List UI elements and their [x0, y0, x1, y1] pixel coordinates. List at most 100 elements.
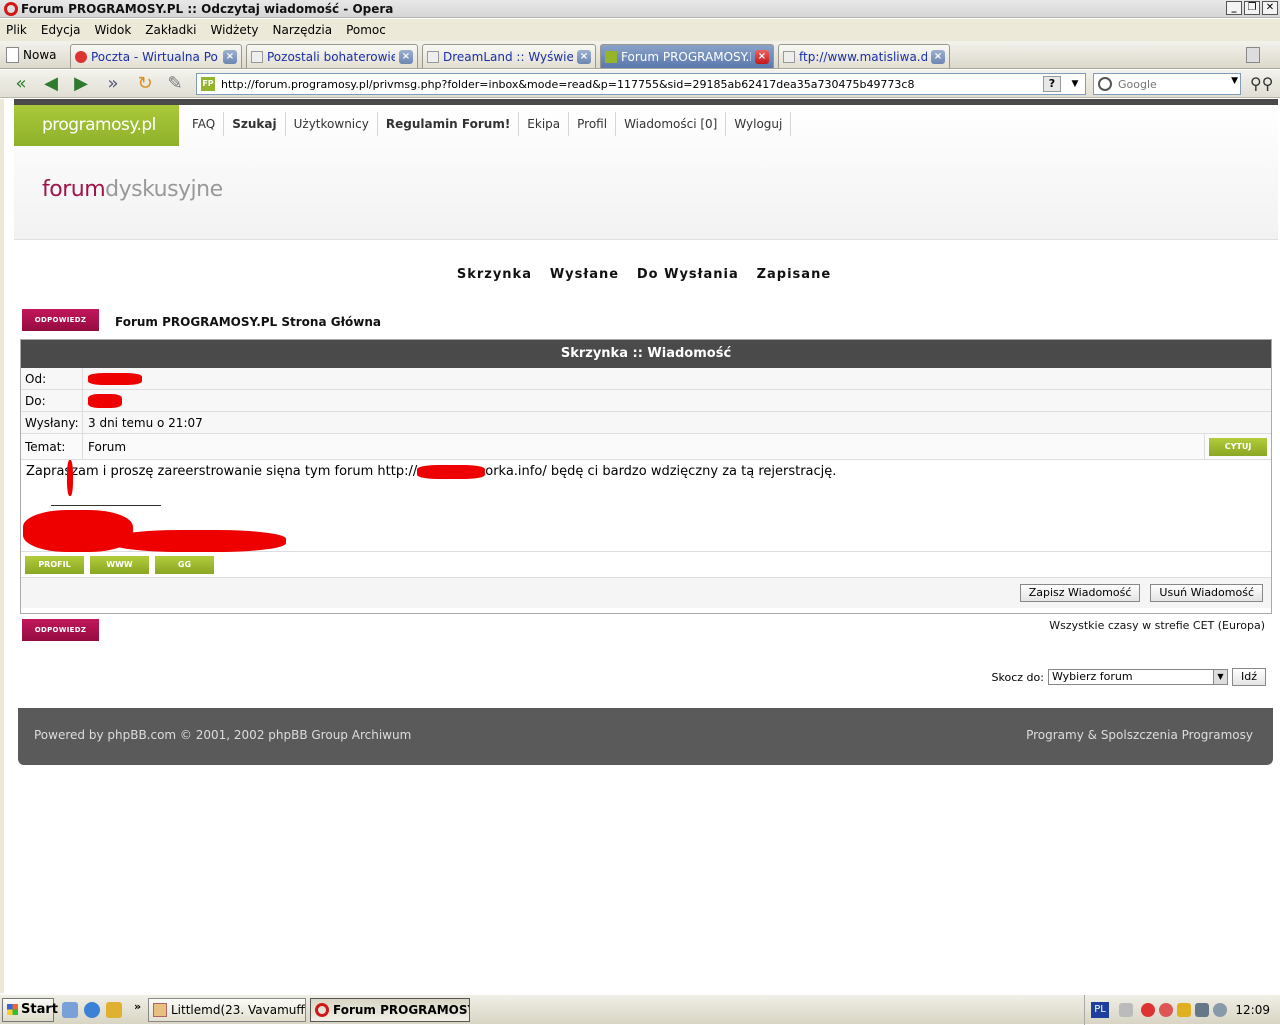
from-value [83, 372, 1271, 386]
site-info-button[interactable]: ? [1043, 76, 1061, 92]
page-icon [427, 50, 439, 63]
menu-edycja[interactable]: Edycja [41, 23, 81, 37]
jump-label: Skocz do: [991, 670, 1044, 684]
nav-wiadomosci[interactable]: Wiadomości [0] [616, 112, 727, 136]
minimize-button[interactable]: _ [1226, 1, 1242, 15]
edit-icon[interactable]: ✎ [164, 74, 186, 94]
site-nav: FAQ Szukaj Użytkownicy Regulamin Forum! … [184, 112, 792, 136]
message-header: Skrzynka :: Wiadomość [21, 340, 1271, 368]
tab-dreamland[interactable]: DreamLand :: Wyświetlo... × [422, 44, 596, 68]
forum-logo-rest: dyskusyjne [105, 177, 223, 202]
forum-home-link[interactable]: Forum PROGRAMOSY.PL Strona Główna [115, 315, 381, 329]
nav-wyloguj[interactable]: Wyloguj [726, 112, 792, 136]
folder-do-wyslania[interactable]: Do Wysłania [637, 267, 739, 282]
rewind-icon[interactable]: « [10, 74, 32, 94]
gg-button[interactable]: GG [155, 555, 214, 574]
sent-value: 3 dni temu o 21:07 [88, 415, 203, 430]
reload-icon[interactable]: ↻ [134, 74, 156, 94]
address-dropdown-icon[interactable]: ▼ [1067, 76, 1083, 92]
from-label: Od: [21, 368, 83, 389]
new-tab-button[interactable]: Nowa [6, 44, 57, 66]
taskbar-button-label: Littlemd(23. Vavamuffin ... [171, 1003, 305, 1017]
tray-app-icon[interactable] [1141, 1003, 1155, 1017]
forum-logo-bold: forum [42, 177, 106, 202]
security-shield-icon[interactable] [1177, 1003, 1191, 1017]
footer-programosy-link[interactable]: Programy & Spolszczenia Programosy [1026, 728, 1253, 742]
close-tab-icon[interactable]: × [931, 49, 945, 64]
menu-widzety[interactable]: Widżety [210, 23, 258, 37]
address-bar[interactable]: FP http://forum.programosy.pl/privmsg.ph… [196, 73, 1086, 95]
close-tab-icon[interactable]: × [577, 49, 591, 64]
www-button[interactable]: WWW [90, 555, 149, 574]
subject-label: Temat: [21, 434, 83, 459]
forward-icon[interactable]: ▶ [70, 74, 92, 94]
opera-icon [4, 1, 18, 16]
fp-favicon-icon [605, 50, 617, 63]
reply-button[interactable]: ODPOWIEDZ [22, 309, 99, 331]
search-input[interactable] [1118, 77, 1218, 91]
close-window-button[interactable]: ✕ [1262, 1, 1278, 15]
quick-launch-more-icon[interactable]: » [134, 1000, 141, 1013]
tab-ftp[interactable]: ftp://www.matisliwa.dyn... × [778, 44, 950, 68]
forum-logo: forumdyskusyjne [42, 177, 223, 202]
taskbar-opera-window[interactable]: Forum PROGRAMOSY.... [310, 998, 470, 1022]
zoom-glasses-icon[interactable]: ⚲⚲ [1250, 74, 1273, 93]
menu-narzedzia[interactable]: Narzędzia [273, 23, 333, 37]
nav-faq[interactable]: FAQ [184, 112, 225, 136]
volume-icon[interactable] [1195, 1003, 1209, 1017]
keyboard-icon[interactable] [1119, 1003, 1133, 1017]
forum-select-value: Wybierz forum [1051, 670, 1133, 683]
address-url[interactable]: http://forum.programosy.pl/privmsg.php?f… [221, 78, 914, 91]
reply-button-bottom[interactable]: ODPOWIEDZ [22, 619, 99, 641]
language-indicator[interactable]: PL [1091, 1002, 1109, 1018]
go-button[interactable]: Idź [1231, 668, 1266, 686]
folder-skrzynka[interactable]: Skrzynka [457, 267, 532, 282]
tab-poczta[interactable]: Poczta - Wirtualna Polska × [70, 44, 242, 68]
nav-regulamin[interactable]: Regulamin Forum! [378, 112, 520, 136]
nav-szukaj[interactable]: Szukaj [224, 112, 286, 136]
search-engine-dropdown-icon[interactable]: ▼ [1231, 76, 1238, 86]
taskbar: Start » Littlemd(23. Vavamuffin ... Foru… [0, 994, 1280, 1025]
system-tray: PL 12:09 [1084, 995, 1280, 1025]
save-message-button[interactable]: Zapisz Wiadomość [1019, 584, 1141, 602]
quick-launch-icon[interactable] [106, 1002, 122, 1018]
chevron-down-icon: ▼ [1212, 670, 1227, 684]
start-button[interactable]: Start [2, 998, 58, 1022]
menu-pomoc[interactable]: Pomoc [346, 23, 386, 37]
quote-button[interactable]: CYTUJ [1209, 437, 1267, 456]
tab-label: ftp://www.matisliwa.dyn... [799, 49, 927, 64]
message-body: Zapraszam i proszę zareerstrowanie sięna… [21, 460, 1271, 552]
tab-forum-programosy[interactable]: Forum PROGRAMOSY.PL... × [600, 44, 774, 68]
network-icon[interactable] [1213, 1003, 1227, 1017]
clock: 12:09 [1235, 1003, 1270, 1017]
close-tab-icon[interactable]: × [399, 49, 413, 64]
tray-app-icon[interactable] [1159, 1003, 1173, 1017]
folder-zapisane[interactable]: Zapisane [757, 267, 832, 282]
menu-zakladki[interactable]: Zakładki [145, 23, 196, 37]
forum-select[interactable]: Wybierz forum ▼ [1047, 669, 1228, 685]
delete-message-button[interactable]: Usuń Wiadomość [1150, 584, 1263, 602]
folder-wyslane[interactable]: Wysłane [550, 267, 619, 282]
taskbar-mail-window[interactable]: Littlemd(23. Vavamuffin ... [148, 998, 306, 1022]
tab-pozostali[interactable]: Pozostali bohaterowie × [246, 44, 418, 68]
footer-powered-by[interactable]: Powered by phpBB.com © 2001, 2002 phpBB … [34, 728, 411, 742]
close-tab-icon[interactable]: × [755, 49, 769, 64]
profile-button[interactable]: PROFIL [25, 555, 84, 574]
page-icon [783, 50, 795, 63]
search-box[interactable]: ▼ [1093, 73, 1241, 95]
tab-label: Forum PROGRAMOSY.PL... [621, 49, 751, 64]
menu-widok[interactable]: Widok [94, 23, 131, 37]
trash-icon[interactable] [1246, 47, 1260, 63]
show-desktop-icon[interactable] [62, 1002, 78, 1018]
back-icon[interactable]: ◀ [40, 74, 62, 94]
close-tab-icon[interactable]: × [223, 49, 237, 64]
maximize-button[interactable]: ❐ [1244, 1, 1260, 15]
site-logo[interactable]: programosy.pl [14, 105, 179, 146]
nav-profil[interactable]: Profil [569, 112, 617, 136]
menu-plik[interactable]: Plik [6, 23, 27, 37]
fast-forward-icon[interactable]: » [102, 74, 124, 94]
nav-uzytkownicy[interactable]: Użytkownicy [286, 112, 378, 136]
tab-bar: Nowa Poczta - Wirtualna Polska × Pozosta… [0, 41, 1280, 69]
internet-explorer-icon[interactable] [84, 1002, 100, 1018]
nav-ekipa[interactable]: Ekipa [519, 112, 570, 136]
